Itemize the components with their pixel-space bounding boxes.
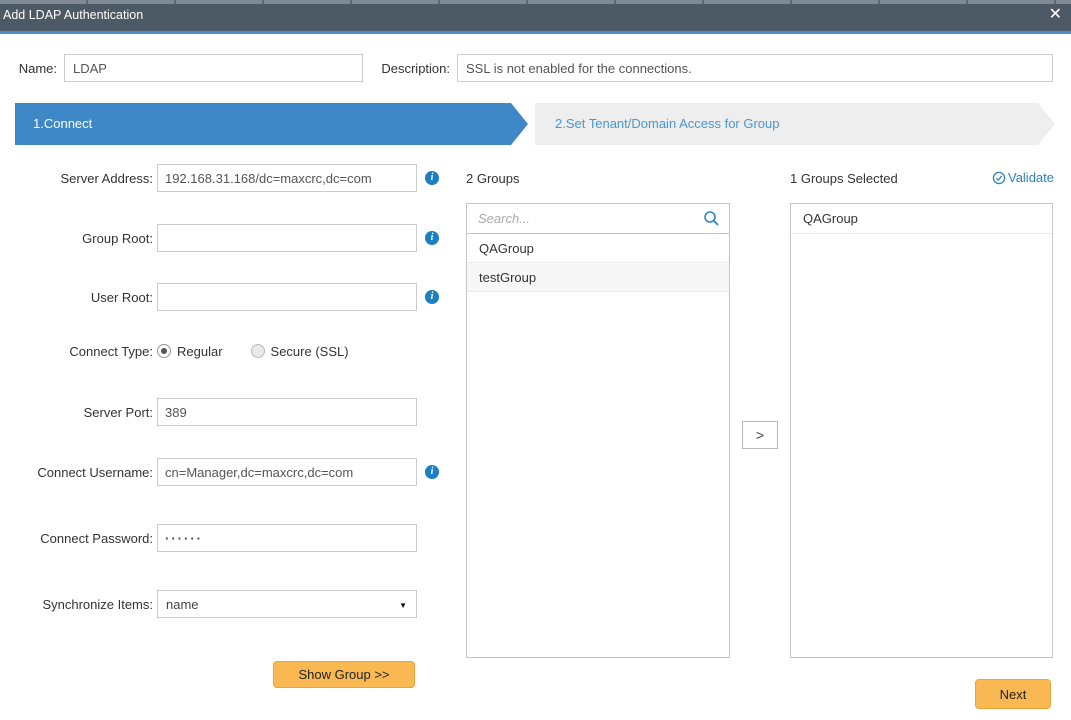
info-icon[interactable]: i	[425, 465, 439, 479]
radio-secure-ssl[interactable]	[251, 344, 265, 358]
group-search-row	[467, 204, 729, 234]
connect-type-row: Connect Type: Regular Secure (SSL)	[8, 341, 371, 361]
radio-regular-label: Regular	[177, 344, 223, 359]
groups-list: QAGroup testGroup	[466, 203, 730, 658]
description-field[interactable]	[457, 54, 1053, 82]
info-icon[interactable]: i	[425, 171, 439, 185]
titlebar-accent-line	[0, 31, 1071, 34]
show-group-button[interactable]: Show Group >>	[273, 661, 415, 688]
user-root-field[interactable]	[157, 283, 417, 311]
next-button[interactable]: Next	[975, 679, 1051, 709]
info-icon[interactable]: i	[425, 231, 439, 245]
background-grid-edge	[0, 0, 1071, 4]
user-root-row: User Root: i	[8, 283, 439, 311]
connect-type-radio-group: Regular Secure (SSL)	[157, 344, 371, 359]
close-icon[interactable]: ✕	[1049, 5, 1062, 25]
server-port-field[interactable]	[157, 398, 417, 426]
dialog-title: Add LDAP Authentication	[3, 8, 143, 22]
group-list-item[interactable]: QAGroup	[467, 234, 729, 263]
group-root-field[interactable]	[157, 224, 417, 252]
connect-password-label: Connect Password:	[8, 531, 153, 546]
group-list-item[interactable]: testGroup	[467, 263, 729, 292]
server-address-field[interactable]	[157, 164, 417, 192]
description-label: Description:	[378, 61, 450, 76]
name-field[interactable]	[64, 54, 363, 82]
connect-username-field[interactable]	[157, 458, 417, 486]
synchronize-items-value: name	[166, 597, 199, 612]
connect-username-row: Connect Username: i	[8, 458, 439, 486]
move-right-button[interactable]: >	[742, 421, 778, 449]
name-label: Name:	[8, 61, 57, 76]
connect-type-label: Connect Type:	[8, 344, 153, 359]
chevron-down-icon: ▼	[399, 601, 407, 610]
group-search-input[interactable]	[476, 210, 703, 227]
validate-label: Validate	[1008, 170, 1054, 185]
group-root-label: Group Root:	[8, 231, 153, 246]
validate-link[interactable]: Validate	[992, 170, 1054, 185]
search-icon[interactable]	[703, 210, 720, 227]
radio-secure-ssl-label: Secure (SSL)	[271, 344, 349, 359]
groups-count-label: 2 Groups	[466, 171, 519, 186]
tab-set-tenant-domain-access[interactable]: 2.Set Tenant/Domain Access for Group	[535, 103, 1055, 145]
group-root-row: Group Root: i	[8, 224, 439, 252]
dialog-titlebar: Add LDAP Authentication ✕	[0, 0, 1071, 31]
shield-check-icon	[992, 171, 1006, 185]
server-address-row: Server Address: i	[8, 164, 439, 192]
connect-password-row: Connect Password:	[8, 524, 417, 552]
synchronize-items-label: Synchronize Items:	[8, 597, 153, 612]
connect-password-field[interactable]	[157, 524, 417, 552]
selected-groups-list: QAGroup	[790, 203, 1053, 658]
synchronize-items-row: Synchronize Items: name ▼	[8, 590, 417, 618]
connect-username-label: Connect Username:	[8, 465, 153, 480]
tab-connect[interactable]: 1.Connect	[15, 103, 528, 145]
info-icon[interactable]: i	[425, 290, 439, 304]
selected-groups-count-label: 1 Groups Selected	[790, 171, 898, 186]
user-root-label: User Root:	[8, 290, 153, 305]
server-port-label: Server Port:	[8, 405, 153, 420]
radio-regular[interactable]	[157, 344, 171, 358]
selected-group-list-item[interactable]: QAGroup	[791, 204, 1052, 234]
server-port-row: Server Port:	[8, 398, 417, 426]
server-address-label: Server Address:	[8, 171, 153, 186]
synchronize-items-select[interactable]: name ▼	[157, 590, 417, 618]
